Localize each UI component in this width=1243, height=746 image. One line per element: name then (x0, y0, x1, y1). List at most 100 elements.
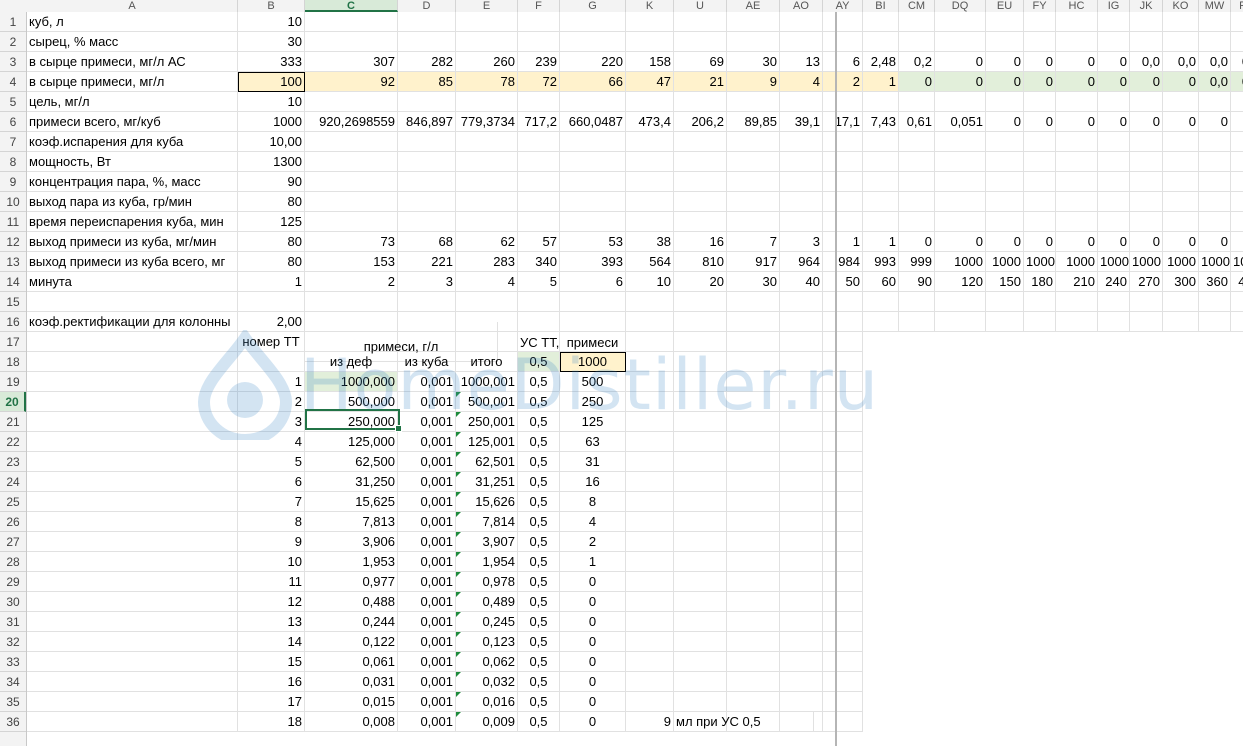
empty-cell[interactable] (899, 132, 935, 152)
empty-cell[interactable] (986, 172, 1024, 192)
empty-cell[interactable] (727, 652, 780, 672)
empty-cell[interactable] (1231, 172, 1243, 192)
empty-cell[interactable] (305, 292, 398, 312)
value-B3[interactable]: 333 (238, 52, 305, 72)
empty-cell[interactable] (935, 312, 986, 332)
empty-cell[interactable] (727, 412, 780, 432)
empty-cell[interactable] (863, 292, 899, 312)
itogo-14[interactable]: 0,123 (456, 632, 518, 652)
iz-kuba-8[interactable]: 0,001 (398, 512, 456, 532)
nomer-tt-4[interactable]: 4 (238, 432, 305, 452)
cell-U13[interactable]: 810 (674, 252, 727, 272)
cell-JK13[interactable]: 1000 (1130, 252, 1163, 272)
cell-IG13[interactable]: 1000 (1098, 252, 1130, 272)
label-row-12[interactable]: выход примеси из куба, мг/мин (27, 232, 238, 252)
cell-EU6[interactable]: 0 (986, 112, 1024, 132)
row-header-6[interactable]: 6 (0, 112, 26, 132)
empty-cell[interactable] (305, 92, 398, 112)
cell-E3[interactable]: 260 (456, 52, 518, 72)
row-header-22[interactable]: 22 (0, 432, 26, 452)
empty-cell[interactable] (1056, 92, 1098, 112)
empty-cell[interactable] (674, 332, 727, 352)
empty-cell[interactable] (823, 692, 863, 712)
iz-def-12[interactable]: 0,488 (305, 592, 398, 612)
iz-kuba-3[interactable]: 0,001 (398, 412, 456, 432)
cell-E4[interactable]: 78 (456, 72, 518, 92)
empty-cell[interactable] (727, 692, 780, 712)
empty-cell[interactable] (27, 412, 238, 432)
empty-cell[interactable] (1056, 192, 1098, 212)
iz-def-15[interactable]: 0,061 (305, 652, 398, 672)
empty-cell[interactable] (780, 412, 823, 432)
empty-cell[interactable] (456, 12, 518, 32)
empty-cell[interactable] (1024, 212, 1056, 232)
empty-cell[interactable] (674, 172, 727, 192)
empty-cell[interactable] (863, 92, 899, 112)
cell-MW4[interactable]: 0,0 (1199, 72, 1231, 92)
cell-HC3[interactable]: 0 (1056, 52, 1098, 72)
empty-cell[interactable] (456, 292, 518, 312)
value-B8[interactable]: 1300 (238, 152, 305, 172)
value-B14[interactable]: 1 (238, 272, 305, 292)
empty-cell[interactable] (780, 192, 823, 212)
empty-cell[interactable] (727, 192, 780, 212)
empty-cell[interactable] (674, 312, 727, 332)
cell-FY14[interactable]: 180 (1024, 272, 1056, 292)
cell-F12[interactable]: 57 (518, 232, 560, 252)
cell-IG14[interactable]: 240 (1098, 272, 1130, 292)
empty-cell[interactable] (518, 292, 560, 312)
empty-cell[interactable] (305, 172, 398, 192)
label-row-8[interactable]: мощность, Вт (27, 152, 238, 172)
primesi-tt-18[interactable]: 0 (560, 712, 626, 732)
cell-K14[interactable]: 10 (626, 272, 674, 292)
empty-cell[interactable] (27, 452, 238, 472)
empty-cell[interactable] (456, 32, 518, 52)
label-row-4[interactable]: в сырце примеси, мг/л (27, 72, 238, 92)
empty-cell[interactable] (823, 712, 863, 732)
column-header-PE[interactable]: PE (1231, 0, 1243, 12)
empty-cell[interactable] (899, 192, 935, 212)
empty-cell[interactable] (518, 132, 560, 152)
empty-cell[interactable] (780, 652, 823, 672)
cell-D13[interactable]: 221 (398, 252, 456, 272)
cell-KO6[interactable]: 0 (1163, 112, 1199, 132)
empty-cell[interactable] (823, 512, 863, 532)
column-header-JK[interactable]: JK (1130, 0, 1163, 12)
empty-cell[interactable] (27, 552, 238, 572)
label-row-9[interactable]: концентрация пара, %, масс (27, 172, 238, 192)
column-header-B[interactable]: B (238, 0, 305, 12)
cell-E6[interactable]: 779,3734 (456, 112, 518, 132)
nomer-tt-14[interactable]: 14 (238, 632, 305, 652)
empty-cell[interactable] (1199, 212, 1231, 232)
cell-AY14[interactable]: 50 (823, 272, 863, 292)
us-tt-1[interactable]: 0,5 (518, 372, 560, 392)
empty-cell[interactable] (780, 32, 823, 52)
primesi-tt-8[interactable]: 4 (560, 512, 626, 532)
empty-cell[interactable] (1130, 12, 1163, 32)
row-header-36[interactable]: 36 (0, 712, 26, 732)
empty-cell[interactable] (1024, 292, 1056, 312)
spreadsheet-grid[interactable]: куб, л сырец, % масс в сырце примеси, мг/л… (27, 12, 1243, 746)
cell-CM13[interactable]: 999 (899, 252, 935, 272)
empty-cell[interactable] (1231, 192, 1243, 212)
empty-cell[interactable] (27, 632, 238, 652)
us-tt-4[interactable]: 0,5 (518, 432, 560, 452)
empty-cell[interactable] (674, 692, 727, 712)
cell-MW14[interactable]: 360 (1199, 272, 1231, 292)
empty-cell[interactable] (823, 12, 863, 32)
empty-cell[interactable] (27, 652, 238, 672)
empty-cell[interactable] (674, 412, 727, 432)
empty-cell[interactable] (518, 32, 560, 52)
cell-AE4[interactable]: 9 (727, 72, 780, 92)
empty-cell[interactable] (823, 652, 863, 672)
cell-DQ14[interactable]: 120 (935, 272, 986, 292)
cell-FY6[interactable]: 0 (1024, 112, 1056, 132)
row-header-16[interactable]: 16 (0, 312, 26, 332)
empty-cell[interactable] (27, 692, 238, 712)
empty-cell[interactable] (823, 532, 863, 552)
empty-cell[interactable] (398, 172, 456, 192)
empty-cell[interactable] (456, 152, 518, 172)
empty-cell[interactable] (727, 292, 780, 312)
empty-cell[interactable] (727, 532, 780, 552)
primesi-tt-11[interactable]: 0 (560, 572, 626, 592)
